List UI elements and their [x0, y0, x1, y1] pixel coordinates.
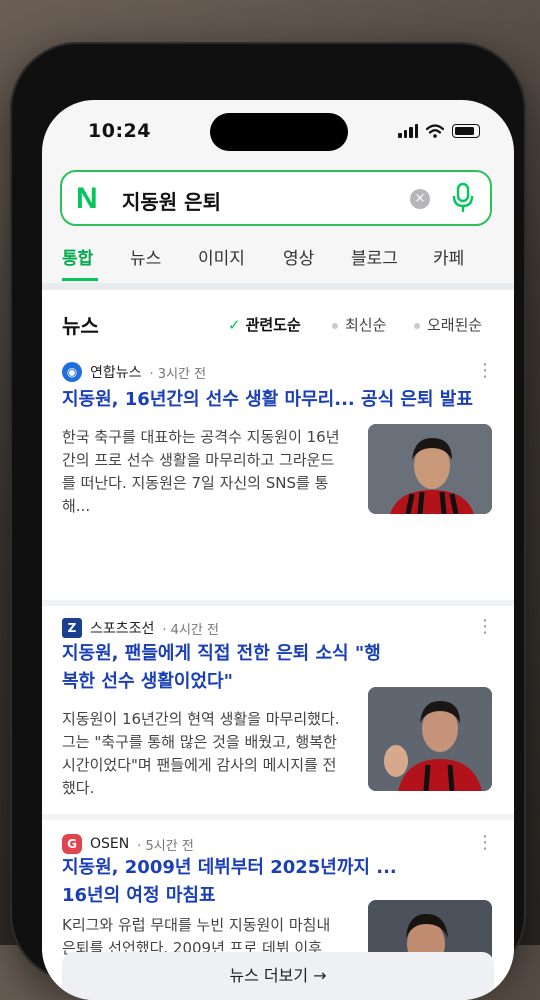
- press-name[interactable]: OSEN: [90, 836, 129, 852]
- phone-frame: 10:24 N 지동원 은퇴 × 통합 뉴스 이미지 영상 블로그 카페 뉴스 …: [10, 42, 526, 1000]
- naver-logo[interactable]: N: [76, 182, 98, 216]
- divider: [42, 283, 514, 290]
- press-info: ◉ 연합뉴스 · 3시간 전: [62, 360, 206, 384]
- sort-relevance[interactable]: ✓ 관련도순: [228, 314, 301, 335]
- screen: 10:24 N 지동원 은퇴 × 통합 뉴스 이미지 영상 블로그 카페 뉴스 …: [42, 100, 514, 1000]
- status-time: 10:24: [88, 120, 151, 142]
- active-tab-indicator: [62, 278, 98, 281]
- news-summary[interactable]: 한국 축구를 대표하는 공격수 지동원이 16년간의 프로 선수 생활을 마무리…: [62, 426, 340, 518]
- sort-relevance-label: 관련도순: [245, 316, 301, 334]
- search-tabs: 통합 뉴스 이미지 영상 블로그 카페: [42, 240, 514, 281]
- press-name[interactable]: 스포츠조선: [90, 618, 154, 638]
- press-info: Z 스포츠조선 · 4시간 전: [62, 616, 219, 640]
- microphone-icon[interactable]: [450, 181, 476, 215]
- more-options-icon[interactable]: ⋮: [476, 618, 494, 636]
- status-icons: [398, 124, 480, 138]
- search-input[interactable]: 지동원 은퇴: [122, 186, 221, 215]
- tab-images[interactable]: 이미지: [198, 244, 245, 269]
- news-more-label: 뉴스 더보기 →: [229, 966, 327, 985]
- news-title[interactable]: 지동원, 2009년 데뷔부터 2025년까지 ... 16년의 여정 마침표: [62, 854, 402, 910]
- news-section: 뉴스 ✓ 관련도순 최신순 오래된순 ◉ 연합뉴스 · 3시간 전 ⋮ 지동원, …: [42, 290, 514, 1000]
- sort-oldest-label: 오래된순: [427, 316, 483, 334]
- tab-blog[interactable]: 블로그: [351, 244, 398, 269]
- status-bar: 10:24: [42, 100, 514, 164]
- news-thumbnail[interactable]: [368, 424, 492, 514]
- tab-integrated[interactable]: 통합: [62, 244, 93, 269]
- sort-latest[interactable]: 최신순: [332, 314, 386, 335]
- dot-icon: [332, 322, 338, 329]
- divider: [42, 600, 514, 606]
- news-time: · 3시간 전: [149, 366, 207, 382]
- sort-oldest[interactable]: 오래된순: [414, 314, 482, 335]
- tab-news[interactable]: 뉴스: [130, 244, 161, 269]
- news-title[interactable]: 지동원, 팬들에게 직접 전한 은퇴 소식 "행복한 선수 생활이었다": [62, 640, 392, 696]
- press-logo-icon: ◉: [62, 362, 82, 382]
- sort-latest-label: 최신순: [345, 316, 387, 334]
- check-icon: ✓: [228, 316, 241, 334]
- player-photo: [368, 424, 492, 514]
- search-bar[interactable]: N 지동원 은퇴 ×: [60, 170, 492, 226]
- battery-icon: [452, 124, 480, 138]
- news-more-button[interactable]: 뉴스 더보기 →: [62, 952, 494, 1000]
- player-photo: [368, 687, 492, 791]
- tab-videos[interactable]: 영상: [283, 244, 314, 269]
- press-logo-icon: G: [62, 834, 82, 854]
- cellular-signal-icon: [398, 124, 418, 138]
- news-thumbnail[interactable]: [368, 687, 492, 791]
- press-name[interactable]: 연합뉴스: [90, 362, 142, 382]
- news-time: · 5시간 전: [137, 838, 194, 854]
- more-options-icon[interactable]: ⋮: [476, 834, 494, 852]
- more-options-icon[interactable]: ⋮: [476, 362, 494, 380]
- dynamic-island: [210, 113, 348, 151]
- press-logo-icon: Z: [62, 618, 82, 638]
- tab-cafe[interactable]: 카페: [433, 244, 464, 269]
- divider: [42, 814, 514, 820]
- wifi-icon: [426, 124, 444, 138]
- news-summary[interactable]: 지동원이 16년간의 현역 생활을 마무리했다. 그는 "축구를 통해 많은 것…: [62, 708, 340, 800]
- press-info: G OSEN · 5시간 전: [62, 832, 194, 856]
- news-heading: 뉴스: [62, 314, 99, 338]
- clear-icon[interactable]: ×: [410, 189, 430, 209]
- news-time: · 4시간 전: [162, 622, 219, 638]
- news-title[interactable]: 지동원, 16년간의 선수 생활 마무리... 공식 은퇴 발표: [62, 386, 502, 414]
- dot-icon: [414, 322, 420, 329]
